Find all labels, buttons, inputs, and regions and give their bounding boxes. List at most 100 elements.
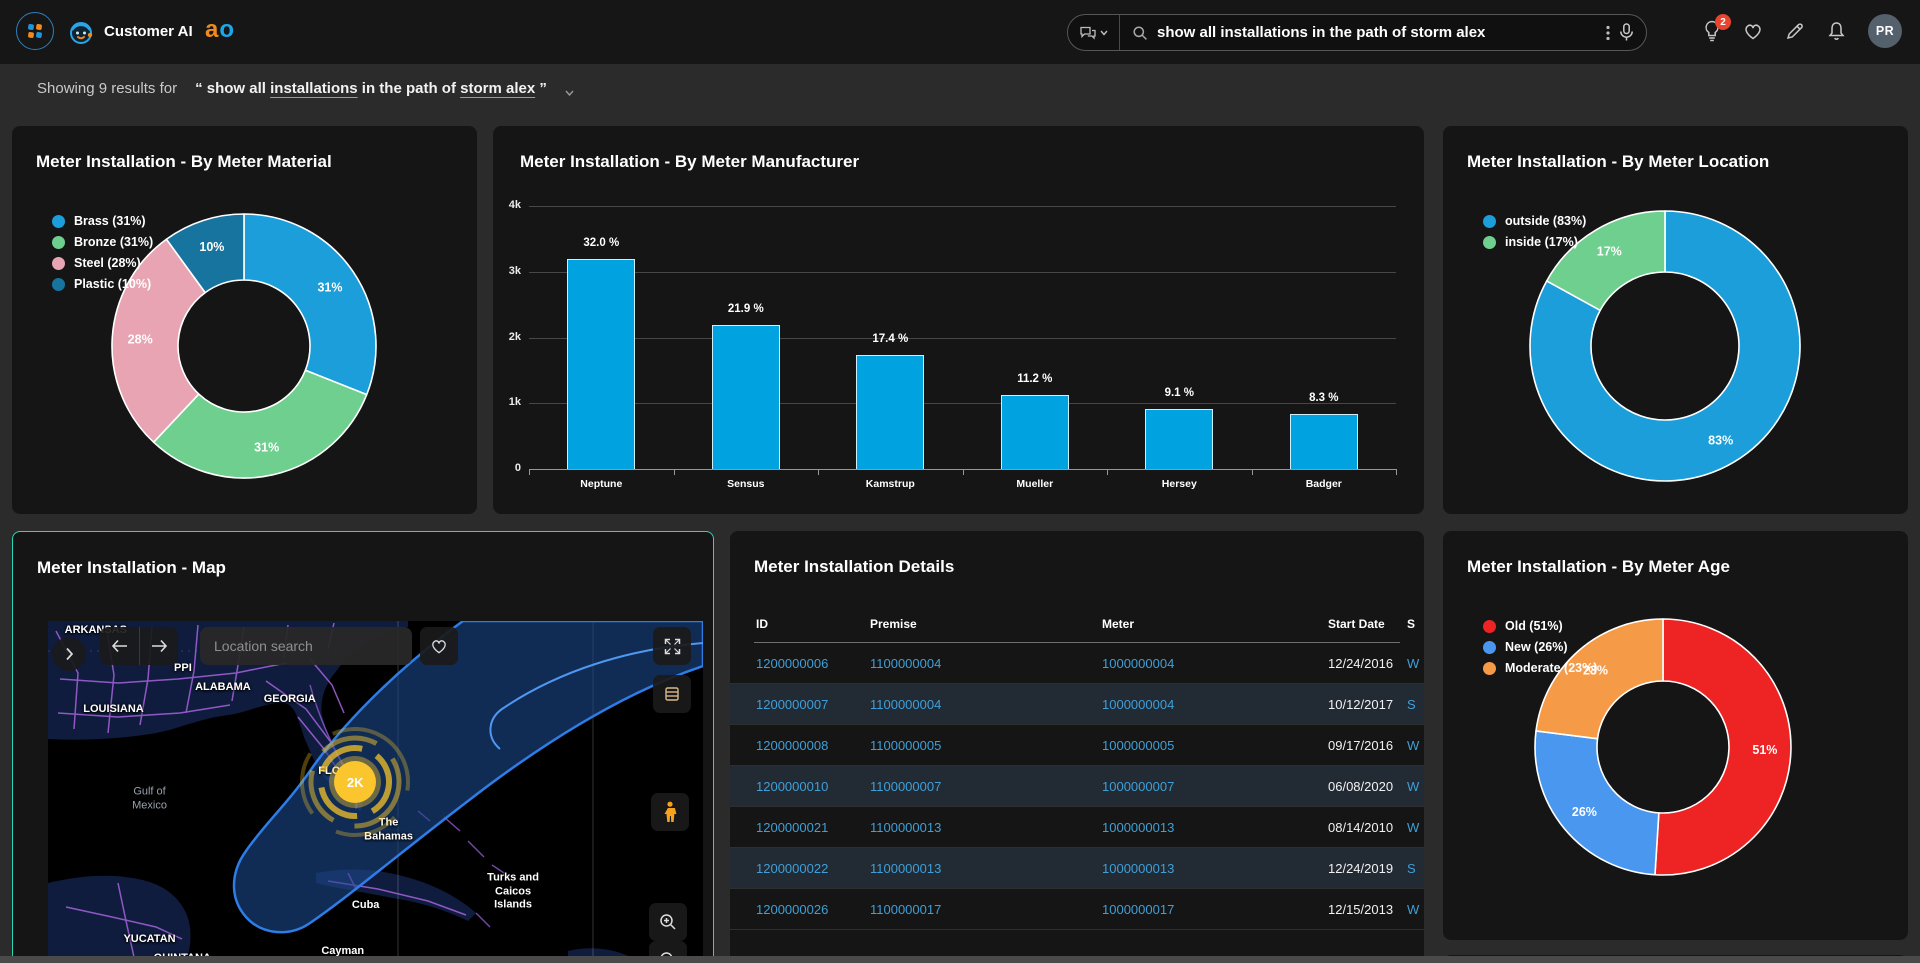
gridline	[529, 272, 1396, 273]
map-forward-button[interactable]	[139, 627, 178, 665]
bar-Neptune[interactable]	[567, 259, 635, 469]
cell-id[interactable]: 1200000022	[756, 861, 828, 876]
cell-meter[interactable]: 1000000013	[1102, 861, 1174, 876]
pie-slice-Brass[interactable]	[244, 214, 376, 395]
map-back-button[interactable]	[100, 627, 139, 665]
query-term-underlined: storm alex	[460, 80, 535, 97]
insights-button[interactable]: 2	[1703, 20, 1721, 42]
cell-id[interactable]: 1200000008	[756, 738, 828, 753]
cell-premise[interactable]: 1100000013	[870, 820, 941, 835]
cell-premise[interactable]: 1100000017	[870, 902, 941, 917]
card-map[interactable]: Meter Installation - Map	[12, 531, 714, 963]
cell-meter[interactable]: 1000000017	[1102, 902, 1174, 917]
y-tick-label: 0	[493, 462, 521, 474]
cell-id[interactable]: 1200000006	[756, 656, 828, 671]
map-list-view-button[interactable]	[653, 675, 691, 713]
legend-item-outside[interactable]: outside (83%)	[1483, 214, 1586, 228]
cell-clipped[interactable]: W	[1407, 738, 1419, 753]
cell-premise[interactable]: 1100000005	[870, 738, 941, 753]
pie-slice-New[interactable]	[1535, 731, 1659, 875]
cell-meter[interactable]: 1000000013	[1102, 820, 1174, 835]
column-header-Meter[interactable]: Meter	[1102, 617, 1134, 631]
street-view-pegman-button[interactable]	[651, 793, 689, 831]
legend-item-Moderate[interactable]: Moderate (23%)	[1483, 661, 1597, 675]
cluster-count[interactable]: 2K	[334, 761, 376, 803]
table-row[interactable]: 12000000261100000017100000001712/15/2013…	[730, 889, 1424, 930]
cell-start-date: 12/24/2016	[1328, 656, 1393, 671]
search-mode-selector[interactable]	[1068, 15, 1120, 50]
legend-item-Plastic[interactable]: Plastic (10%)	[52, 277, 153, 291]
annotate-button[interactable]	[1785, 21, 1805, 41]
bar-Kamstrup[interactable]	[856, 355, 924, 469]
legend-item-New[interactable]: New (26%)	[1483, 640, 1597, 654]
legend-item-Bronze[interactable]: Bronze (31%)	[52, 235, 153, 249]
map-canvas[interactable]: ARKANSASPPIALABAMAGEORGIALOUISIANAGulf o…	[48, 621, 703, 963]
cell-meter[interactable]: 1000000004	[1102, 697, 1174, 712]
cell-premise[interactable]: 1100000013	[870, 861, 941, 876]
horizontal-scrollbar[interactable]	[0, 956, 1920, 963]
query-text: show all	[207, 80, 270, 97]
legend-label: outside (83%)	[1505, 214, 1586, 228]
legend-item-Old[interactable]: Old (51%)	[1483, 619, 1597, 633]
bar-value-label: 8.3 %	[1279, 392, 1369, 404]
bar-Badger[interactable]	[1290, 414, 1358, 469]
map-panel-toggle-button[interactable]	[52, 637, 86, 671]
cell-id[interactable]: 1200000021	[756, 820, 828, 835]
search-input[interactable]	[1157, 24, 1597, 41]
bar-Mueller[interactable]	[1001, 395, 1069, 469]
card-meter-material: Meter Installation - By Meter Material B…	[12, 126, 477, 514]
map-zoom-in-button[interactable]	[649, 903, 687, 941]
cell-clipped[interactable]: W	[1407, 779, 1419, 794]
column-header-ID[interactable]: ID	[756, 617, 768, 631]
favorites-button[interactable]	[1743, 22, 1763, 40]
cell-clipped[interactable]: W	[1407, 902, 1419, 917]
bar-Sensus[interactable]	[712, 325, 780, 469]
column-header-Start Date[interactable]: Start Date	[1328, 617, 1385, 631]
map-fullscreen-button[interactable]	[653, 627, 691, 665]
cell-meter[interactable]: 1000000005	[1102, 738, 1174, 753]
legend-label: Brass (31%)	[74, 214, 146, 228]
app-launcher-button[interactable]	[16, 12, 54, 50]
column-header-S[interactable]: S	[1407, 617, 1415, 631]
column-header-Premise[interactable]: Premise	[870, 617, 917, 631]
table-row[interactable]: 12000000211100000013100000001308/14/2010…	[730, 807, 1424, 848]
search-options-kebab-button[interactable]	[1606, 25, 1610, 41]
legend-dot	[52, 278, 65, 291]
cell-premise[interactable]: 1100000007	[870, 779, 941, 794]
cell-meter[interactable]: 1000000007	[1102, 779, 1174, 794]
cell-meter[interactable]: 1000000004	[1102, 656, 1174, 671]
table-row[interactable]: 12000000071100000004100000000410/12/2017…	[730, 684, 1424, 725]
cell-clipped[interactable]: W	[1407, 820, 1419, 835]
table-row[interactable]: 12000000221100000013100000001312/24/2019…	[730, 848, 1424, 889]
voice-search-button[interactable]	[1619, 23, 1634, 42]
legend-item-Brass[interactable]: Brass (31%)	[52, 214, 153, 228]
cell-id[interactable]: 1200000026	[756, 902, 828, 917]
bar-Hersey[interactable]	[1145, 409, 1213, 469]
results-caret-icon[interactable]	[565, 83, 574, 101]
legend-item-inside[interactable]: inside (17%)	[1483, 235, 1586, 249]
x-category-label: Badger	[1264, 478, 1384, 490]
storm-cluster-marker[interactable]: 2K	[297, 724, 413, 840]
x-category-label: Kamstrup	[830, 478, 950, 490]
cell-premise[interactable]: 1100000004	[870, 697, 941, 712]
table-row[interactable]: 1200000006 1100000004 1000000004 12/24/2016…	[730, 643, 1424, 684]
cell-id[interactable]: 1200000010	[756, 779, 828, 794]
card-title-meter-manufacturer: Meter Installation - By Meter Manufactur…	[520, 152, 859, 172]
table-row[interactable]: 12000000081100000005100000000509/17/2016…	[730, 725, 1424, 766]
notifications-button[interactable]	[1827, 21, 1846, 42]
cell-clipped[interactable]: W	[1407, 656, 1419, 671]
legend-meter-material: Brass (31%) Bronze (31%) Steel (28%) Plasti…	[52, 214, 153, 298]
cell-clipped[interactable]: S	[1407, 697, 1416, 712]
cell-clipped[interactable]: S	[1407, 861, 1416, 876]
user-avatar[interactable]: PR	[1868, 14, 1902, 48]
legend-item-Steel[interactable]: Steel (28%)	[52, 256, 153, 270]
cell-premise[interactable]: 1100000004	[870, 656, 941, 671]
ao-logo-a: a	[205, 16, 219, 43]
table-row[interactable]: 12000000101100000007100000000706/08/2020…	[730, 766, 1424, 807]
map-location-search-input[interactable]	[200, 627, 412, 665]
map-favorite-button[interactable]	[420, 627, 458, 665]
cell-id[interactable]: 1200000007	[756, 697, 828, 712]
app-logo-icon	[26, 22, 44, 40]
card-meter-age: Meter Installation - By Meter Age Old (5…	[1443, 531, 1908, 940]
query-text: “	[195, 80, 207, 97]
